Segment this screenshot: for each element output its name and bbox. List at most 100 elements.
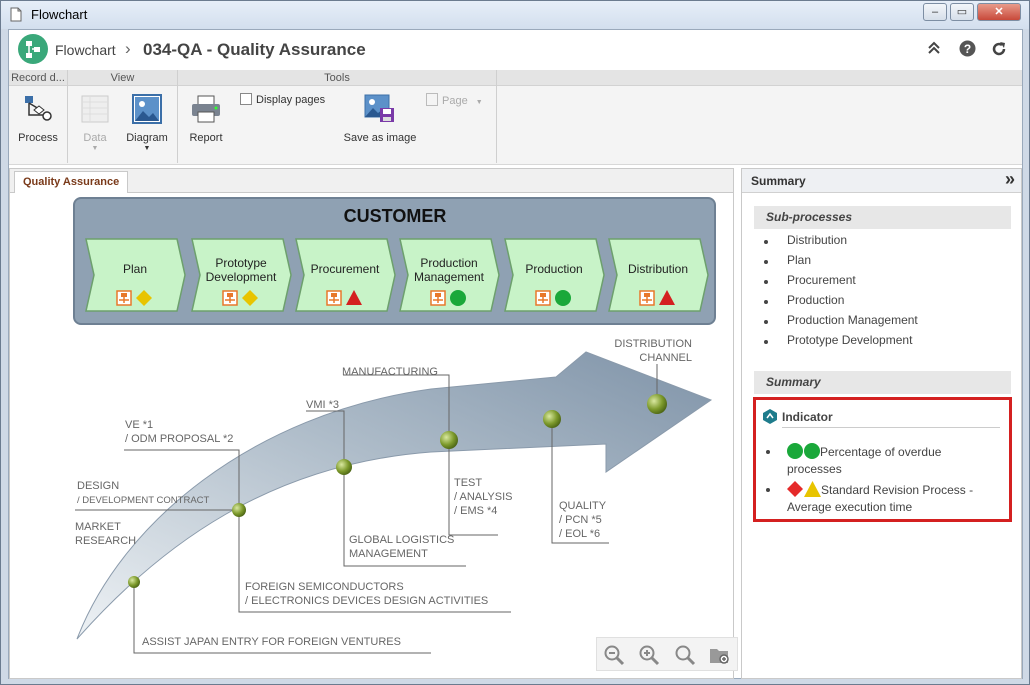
zoom-in-icon[interactable] — [638, 644, 660, 666]
stage-label: Distribution — [628, 262, 688, 276]
label-test-1: TEST — [454, 477, 482, 489]
subprocess-icon — [116, 290, 132, 306]
zoom-out-icon[interactable] — [603, 644, 625, 666]
help-icon[interactable]: ? — [957, 40, 977, 60]
process-button[interactable]: Process — [13, 94, 63, 144]
indicator-text-cont: processes — [787, 462, 842, 476]
restore-button[interactable]: ▭ — [950, 3, 974, 21]
green-circle-icon — [555, 290, 571, 306]
indicator-item[interactable]: Standard Revision Process - Average exec… — [766, 481, 996, 516]
save-as-image-button[interactable]: Save as image — [340, 94, 420, 144]
stage-plan[interactable]: Plan — [85, 238, 186, 312]
subprocess-icon — [222, 290, 238, 306]
zoom-fit-icon[interactable] — [674, 644, 696, 666]
page-header: Flowchart › 034-QA - Quality Assurance ? — [9, 30, 1022, 70]
label-test-3: / EMS *4 — [454, 505, 497, 517]
stage-distribution[interactable]: Distribution — [608, 238, 709, 312]
refresh-icon[interactable] — [989, 40, 1009, 60]
label-foreign-semis-1: FOREIGN SEMICONDUCTORS — [245, 581, 404, 593]
diagram-dropdown-icon: ▼ — [143, 145, 151, 152]
bullet — [766, 488, 770, 492]
stage-label: Production — [525, 262, 582, 276]
bullet — [766, 450, 770, 454]
list-item[interactable]: Production Management — [787, 313, 918, 327]
flowchart-app-icon — [18, 34, 48, 64]
list-item[interactable]: Production — [787, 293, 844, 307]
summary-panel-header: Summary » — [742, 169, 1021, 193]
label-vmi: VMI *3 — [306, 399, 339, 411]
label-ve-2: / ODM PROPOSAL *2 — [125, 433, 233, 445]
diagram-icon — [132, 94, 162, 124]
label-distribution-channel-1: DISTRIBUTION — [614, 338, 692, 350]
app-window: Flowchart – ▭ ✕ Flowchart › 034-QA - Qua… — [0, 0, 1030, 685]
folder-zoom-icon[interactable] — [709, 644, 731, 666]
group-empty — [497, 70, 1022, 163]
subprocess-icon — [639, 290, 655, 306]
bullet — [764, 320, 768, 324]
label-manufacturing: MANUFACTURING — [342, 366, 438, 378]
summary-heading: Summary — [754, 371, 1011, 394]
breadcrumb-root[interactable]: Flowchart — [55, 42, 116, 58]
stage-label-line1: Prototype — [215, 256, 267, 270]
page-label: Page — [442, 95, 468, 107]
stage-production[interactable]: Production — [504, 238, 605, 312]
label-assist-japan: ASSIST JAPAN ENTRY FOR FOREIGN VENTURES — [142, 636, 401, 648]
stage-production-management[interactable]: Production Management — [399, 238, 500, 312]
checkbox-box[interactable] — [240, 93, 252, 105]
subprocess-icon — [326, 290, 342, 306]
diagram-canvas[interactable]: CUSTOMER Plan Prototype Development Proc… — [11, 194, 738, 678]
bullet — [764, 260, 768, 264]
list-item[interactable]: Procurement — [787, 273, 856, 287]
page-button: Page ▼ — [426, 93, 483, 107]
group-title: Tools — [178, 70, 496, 86]
display-pages-checkbox[interactable]: Display pages — [240, 93, 325, 106]
data-button: Data ▼ — [74, 94, 116, 152]
summary-panel: Summary » Sub-processes Distribution Pla… — [741, 168, 1022, 679]
minimize-button[interactable]: – — [923, 3, 947, 21]
flowchart-diagram: CUSTOMER Plan Prototype Development Proc… — [73, 197, 716, 654]
title-bar: Flowchart – ▭ ✕ — [1, 1, 1029, 29]
indicator-icon — [763, 409, 777, 424]
group-record-data: Record d... Process — [9, 70, 68, 163]
stage-label-line2: Management — [414, 270, 485, 284]
list-item[interactable]: Plan — [787, 253, 811, 267]
report-button[interactable]: Report — [184, 94, 228, 144]
label-global-logistics-1: GLOBAL LOGISTICS — [349, 534, 454, 546]
printer-icon — [192, 95, 220, 123]
bullet — [764, 280, 768, 284]
indicator-item[interactable]: Percentage of overdue processes — [766, 443, 996, 478]
red-diamond-icon — [787, 481, 803, 497]
list-item[interactable]: Distribution — [787, 233, 847, 247]
tab-quality-assurance[interactable]: Quality Assurance — [14, 171, 129, 193]
milestone-ball — [440, 431, 458, 449]
group-tools: Tools Report Display pages Save as image… — [178, 70, 497, 163]
collapse-panel-icon[interactable]: » — [1005, 167, 1015, 191]
window-title: Flowchart — [31, 7, 88, 22]
subprocesses-heading: Sub-processes — [754, 206, 1011, 229]
indicator-text: Percentage of overdue — [820, 445, 942, 459]
label-foreign-semis-2: / ELECTRONICS DEVICES DESIGN ACTIVITIES — [245, 595, 488, 607]
save-image-icon — [364, 94, 394, 122]
label-quality-3: / EOL *6 — [559, 528, 600, 540]
stage-prototype-development[interactable]: Prototype Development — [191, 238, 292, 312]
data-label: Data — [83, 132, 107, 144]
indicator-box: Indicator Percentage of overdue processe… — [753, 397, 1012, 522]
stage-procurement[interactable]: Procurement — [295, 238, 396, 312]
bullet — [764, 240, 768, 244]
diagram-panel: Quality Assurance CUSTOMER Plan Prototyp… — [9, 168, 738, 679]
indicator-heading: Indicator — [782, 410, 833, 424]
list-item[interactable]: Prototype Development — [787, 333, 912, 347]
indicator-text: Standard Revision Process - — [821, 483, 974, 497]
close-button[interactable]: ✕ — [977, 3, 1021, 21]
green-circle-icon — [787, 443, 803, 459]
process-label: Process — [18, 132, 58, 144]
diagram-button[interactable]: Diagram ▼ — [124, 94, 170, 152]
tab-bar: Quality Assurance — [10, 169, 733, 193]
label-design-2: / DEVELOPMENT CONTRACT — [77, 495, 210, 506]
label-distribution-channel-2: CHANNEL — [639, 352, 692, 364]
indicator-text-cont: Average execution time — [787, 500, 913, 514]
document-icon — [10, 7, 22, 22]
customer-title: CUSTOMER — [344, 206, 447, 226]
label-test-2: / ANALYSIS — [454, 491, 513, 503]
collapse-up-icon[interactable] — [924, 40, 944, 60]
